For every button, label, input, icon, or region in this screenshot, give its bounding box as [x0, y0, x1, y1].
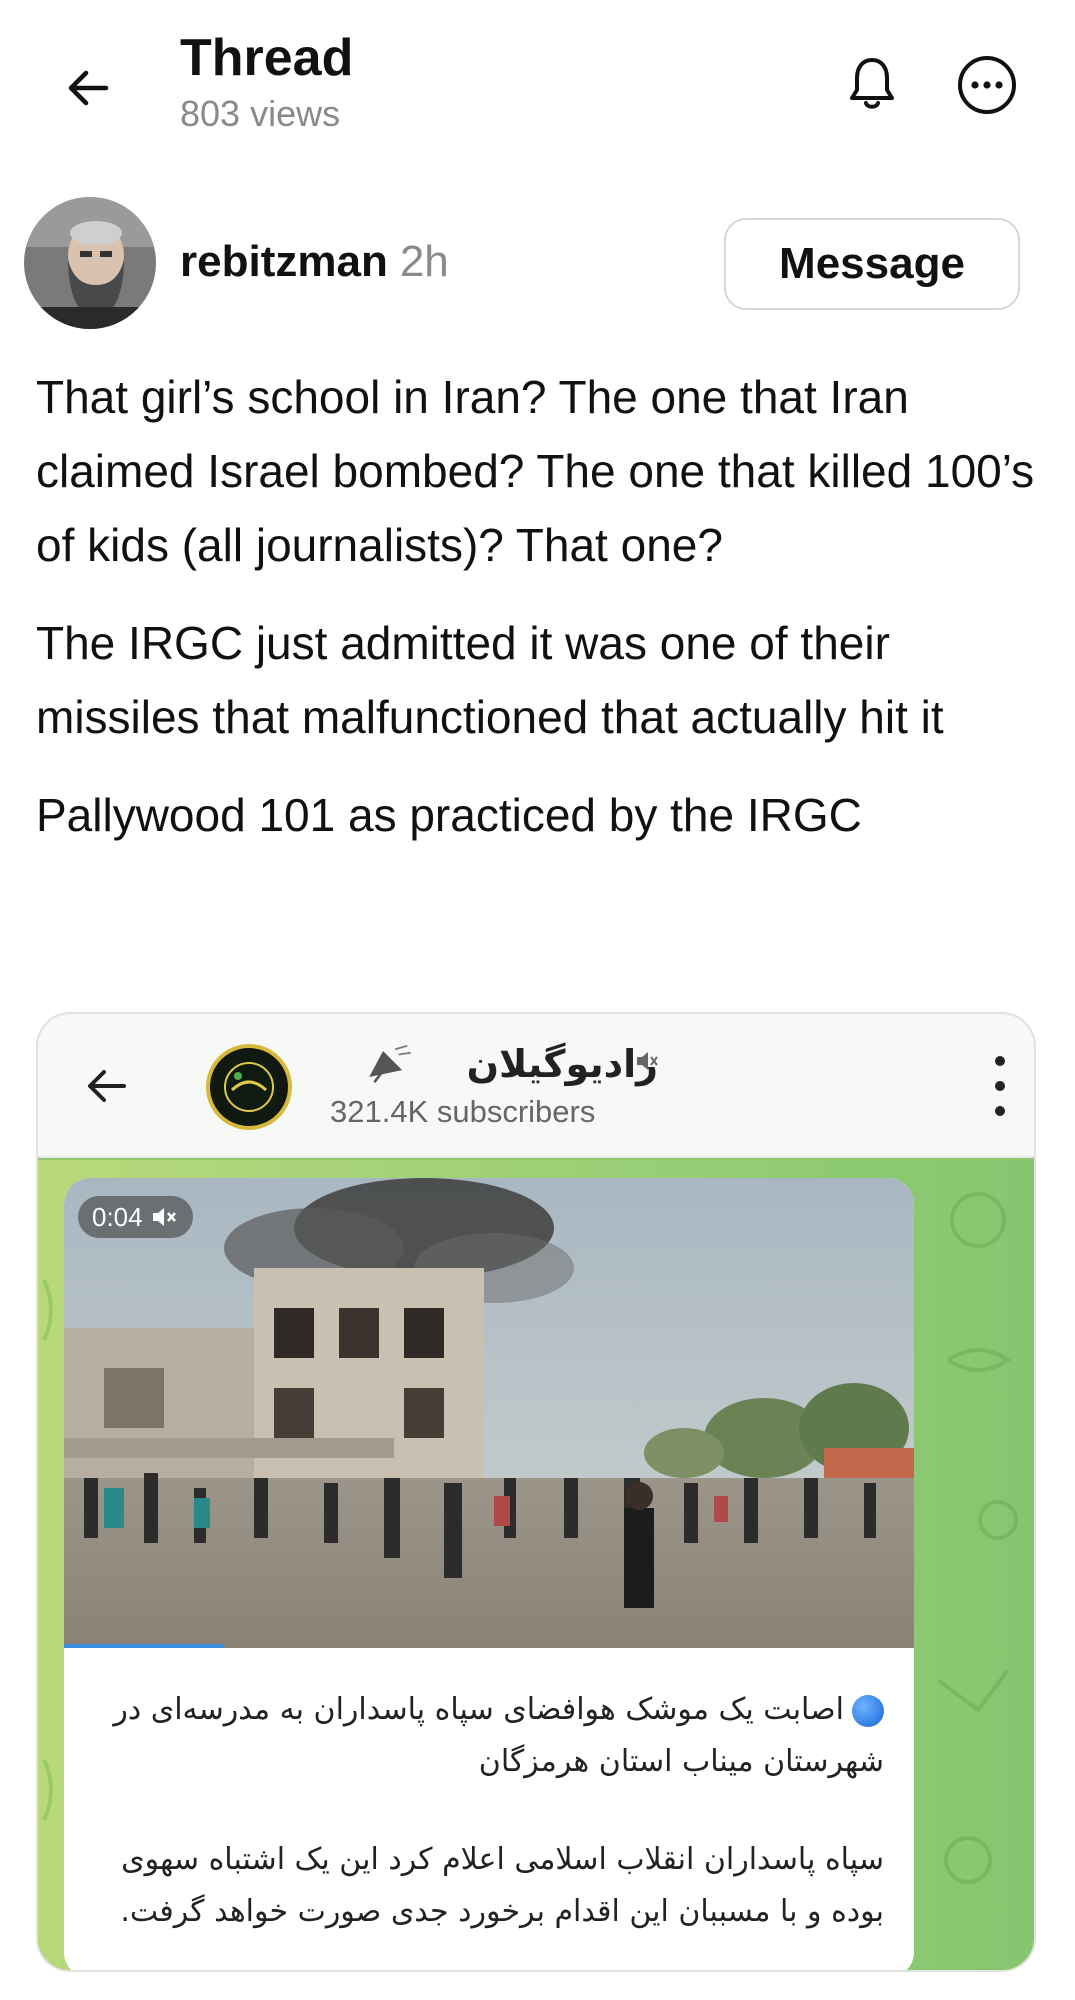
bell-icon: [850, 58, 894, 109]
back-arrow-icon: [68, 70, 109, 106]
embedded-image[interactable]: راديوگيلان 321.4K subscribers 0:04 اصابت…: [36, 1012, 1036, 1972]
back-button[interactable]: [58, 58, 118, 118]
mute-icon: [634, 1048, 660, 1081]
view-count: 803 views: [180, 93, 341, 134]
video-progress-bar: [64, 1644, 224, 1648]
kebab-menu-icon: [990, 1056, 1010, 1116]
post-timestamp: 2h: [399, 237, 449, 286]
post-paragraph-1: That girl’s school in Iran? The one that…: [36, 371, 1035, 571]
post-paragraph-3: Pallywood 101 as practiced by the IRGC: [36, 789, 862, 841]
video-duration: 0:04: [92, 1202, 143, 1232]
telegram-back-arrow-icon: [78, 1058, 134, 1114]
more-options-button[interactable]: [954, 52, 1020, 118]
message-button[interactable]: Message: [724, 218, 1020, 310]
post-paragraph-2: The IRGC just admitted it was one of the…: [36, 617, 944, 743]
video-duration-badge: 0:04: [78, 1196, 193, 1238]
telegram-header: راديوگيلان 321.4K subscribers: [38, 1014, 1034, 1158]
video-thumbnail[interactable]: 0:04: [64, 1178, 914, 1648]
author-line: rebitzman 2h: [180, 236, 449, 288]
caption-line-2: سپاه پاسداران انقلاب اسلامی اعلام کرد ای…: [120, 1842, 884, 1929]
subscriber-count: 321.4K subscribers: [330, 1094, 596, 1129]
telegram-message-bubble: 0:04 اصابت یک موشک هوافضای سپاه پاسداران…: [64, 1178, 914, 1970]
thread-header: Thread 803 views: [0, 0, 1075, 160]
channel-logo: [206, 1044, 292, 1130]
avatar[interactable]: [24, 197, 156, 329]
notifications-button[interactable]: [840, 52, 904, 116]
title-block: Thread 803 views: [180, 28, 353, 136]
post-body: That girl’s school in Iran? The one that…: [36, 360, 1036, 876]
blue-circle-icon: [852, 1694, 884, 1727]
satellite-dish-icon: [369, 1044, 411, 1083]
caption-line-1: اصابت یک موشک هوافضای سپاه پاسداران به م…: [113, 1692, 884, 1779]
avatar-image: [24, 197, 156, 329]
muted-volume-icon: [152, 1208, 176, 1226]
page-title: Thread: [180, 29, 354, 87]
username-link[interactable]: rebitzman: [180, 237, 388, 286]
more-options-icon: [958, 56, 1016, 114]
